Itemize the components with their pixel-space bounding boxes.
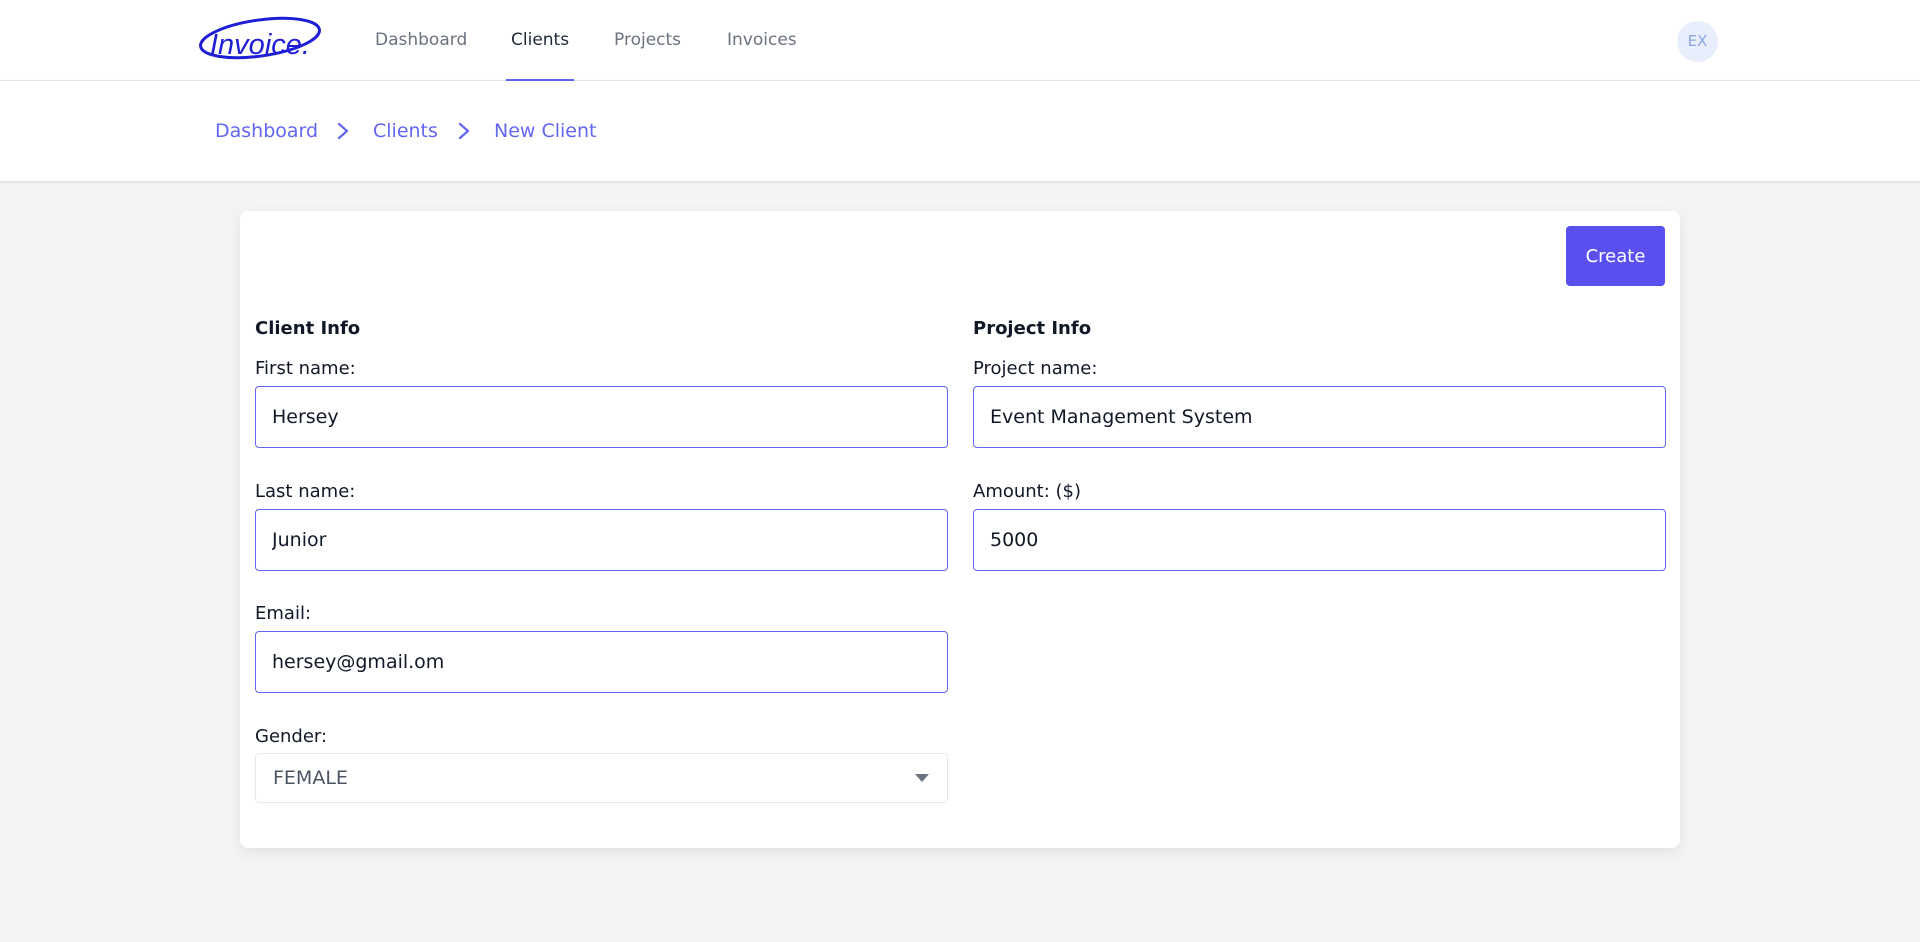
first-name-input[interactable] [255,386,948,448]
nav-invoices[interactable]: Invoices [722,0,802,81]
breadcrumb: Dashboard Clients New Client [0,81,1920,181]
breadcrumb-clients[interactable]: Clients [373,81,438,181]
new-client-form-card: Create Client Info First name: Last name… [240,211,1680,848]
project-info-title: Project Info [973,318,1092,339]
email-input[interactable] [255,631,948,693]
invoice-logo[interactable]: Invoice. [198,14,324,66]
email-label: Email: [255,603,312,624]
gender-label: Gender: [255,726,328,747]
gender-select[interactable]: FEMALE [255,753,948,803]
last-name-label: Last name: [255,481,356,502]
project-name-label: Project name: [973,358,1098,379]
nav-clients[interactable]: Clients [506,0,575,81]
chevron-right-icon [454,121,474,141]
chevron-right-icon [333,121,353,141]
svg-text:Invoice.: Invoice. [210,29,310,61]
nav-projects[interactable]: Projects [609,0,686,81]
invoice-logo-graphic: Invoice. [199,16,321,61]
amount-input[interactable] [973,509,1666,571]
client-info-title: Client Info [255,318,361,339]
breadcrumb-new-client[interactable]: New Client [494,81,597,181]
first-name-label: First name: [255,358,356,379]
breadcrumb-dashboard[interactable]: Dashboard [215,81,318,181]
user-avatar[interactable]: EX [1677,21,1718,62]
project-name-input[interactable] [973,386,1666,448]
top-navbar: Invoice. Dashboard Clients Projects Invo… [0,0,1920,81]
gender-selected-value: FEMALE [273,767,348,789]
last-name-input[interactable] [255,509,948,571]
amount-label: Amount: ($) [973,481,1082,502]
create-button[interactable]: Create [1566,226,1665,286]
nav-dashboard[interactable]: Dashboard [370,0,472,81]
caret-down-icon [915,774,929,782]
